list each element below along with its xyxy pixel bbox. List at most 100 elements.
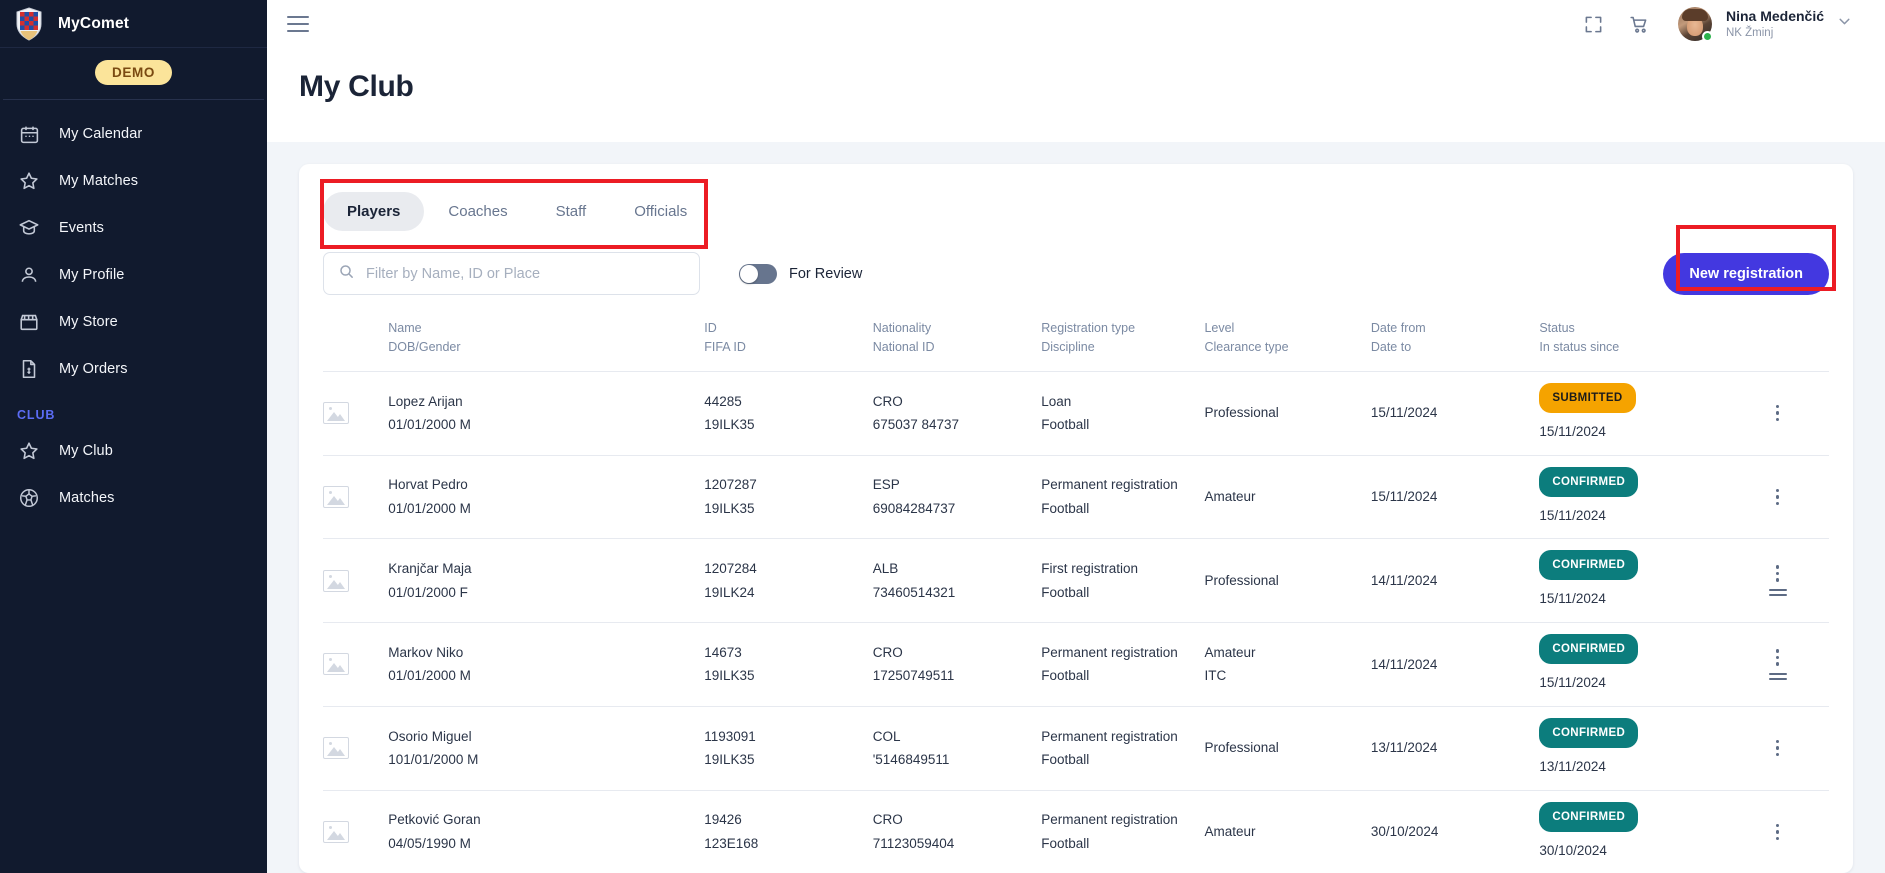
user-name: Nina Medenčić: [1725, 7, 1824, 24]
details-list-icon[interactable]: [1768, 672, 1787, 680]
toggle-knob: [740, 264, 758, 283]
hamburger-icon[interactable]: [287, 16, 309, 32]
player-nationality: COL: [872, 728, 901, 744]
sidebar-item-events[interactable]: Events: [0, 208, 267, 248]
cell-id: 1207287 19ILK35: [704, 454, 873, 539]
sidebar-item-my-store[interactable]: My Store: [0, 302, 267, 342]
player-national-id: 675037 84737: [872, 417, 960, 433]
sidebar-item-label: Events: [59, 220, 104, 236]
level: Amateur: [1204, 824, 1256, 840]
sidebar: MyComet DEMO My Calendar My Matches Even…: [0, 0, 267, 873]
discipline: Football: [1041, 500, 1090, 516]
star-icon: [17, 169, 41, 193]
more-options-icon[interactable]: [1775, 565, 1780, 582]
tab-players[interactable]: Players: [323, 192, 425, 231]
player-name: Petković Goran: [388, 812, 481, 828]
sidebar-item-my-calendar[interactable]: My Calendar: [0, 114, 267, 154]
date-from: 15/11/2024: [1370, 489, 1438, 505]
cell-id: 1193091 19ILK35: [704, 705, 873, 790]
sidebar-item-matches[interactable]: Matches: [0, 478, 267, 518]
search-box[interactable]: [323, 252, 700, 295]
status-badge: CONFIRMED: [1539, 717, 1639, 748]
cell-actions: [1734, 789, 1829, 873]
player-dob-gender: 01/01/2000 M: [388, 668, 471, 684]
more-options-icon[interactable]: [1775, 488, 1780, 506]
player-id: 19426: [704, 812, 742, 828]
player-name: Osorio Miguel: [388, 728, 472, 744]
in-status-since: 30/10/2024: [1539, 842, 1607, 858]
date-from: 14/11/2024: [1370, 656, 1438, 672]
cell-photo: [323, 538, 389, 623]
sidebar-item-my-club[interactable]: My Club: [0, 431, 267, 471]
brand[interactable]: MyComet: [0, 0, 267, 48]
cell-date: 15/11/2024: [1370, 370, 1540, 455]
cell-status: CONFIRMED 15/11/2024: [1539, 538, 1735, 623]
cell-actions: [1734, 622, 1829, 707]
cell-date: 30/10/2024: [1370, 789, 1540, 873]
col-header-actions: [1734, 319, 1829, 371]
user-block[interactable]: Nina Medenčić NK Žminj: [1726, 8, 1824, 41]
more-options-icon[interactable]: [1775, 823, 1780, 841]
sidebar-item-my-matches[interactable]: My Matches: [0, 161, 267, 201]
cell-name: Lopez Arijan 01/01/2000 M: [388, 370, 705, 455]
table-row[interactable]: Lopez Arijan 01/01/2000 M 44285 19ILK35 CRO 6…: [323, 370, 1829, 455]
cell-level: Amateur: [1204, 789, 1371, 873]
player-nationality: CRO: [872, 644, 903, 660]
new-registration-button[interactable]: New registration: [1663, 252, 1829, 295]
brand-name: MyComet: [58, 14, 130, 32]
in-status-since: 15/11/2024: [1539, 675, 1606, 691]
cell-nationality: CRO 675037 84737: [872, 370, 1042, 455]
cell-nationality: CRO 71123059404: [872, 789, 1042, 873]
photo-placeholder-icon: [323, 653, 349, 676]
tab-coaches[interactable]: Coaches: [424, 192, 531, 231]
cell-photo: [323, 454, 389, 539]
avatar[interactable]: [1677, 7, 1713, 42]
in-status-since: 15/11/2024: [1539, 591, 1606, 607]
level: Amateur: [1204, 644, 1256, 660]
store-icon: [17, 310, 41, 334]
level: Professional: [1204, 405, 1279, 421]
sidebar-item-my-orders[interactable]: My Orders: [0, 349, 267, 389]
for-review-toggle-group[interactable]: For Review: [739, 263, 862, 284]
more-options-icon[interactable]: [1775, 739, 1780, 757]
shopping-cart-icon[interactable]: [1629, 14, 1650, 35]
table-row[interactable]: Kranjčar Maja 01/01/2000 F 1207284 19ILK24 A…: [323, 538, 1829, 623]
table-row[interactable]: Petković Goran 04/05/1990 M 19426 123E168 CR…: [323, 789, 1829, 873]
table-row[interactable]: Osorio Miguel 101/01/2000 M 1193091 19ILK35…: [323, 705, 1829, 790]
row-actions: [1734, 565, 1821, 596]
player-name: Kranjčar Maja: [388, 561, 472, 576]
tab-staff[interactable]: Staff: [532, 192, 611, 231]
cell-status: SUBMITTED 15/11/2024: [1539, 370, 1735, 455]
cell-registration-type: Permanent registration Football: [1041, 705, 1205, 790]
player-id: 1207287: [704, 477, 757, 493]
photo-placeholder-icon: [323, 402, 349, 425]
fullscreen-expand-icon[interactable]: [1584, 15, 1603, 34]
status-badge: CONFIRMED: [1539, 634, 1639, 665]
for-review-toggle[interactable]: [739, 263, 777, 284]
sidebar-section-club: CLUB: [17, 408, 56, 422]
player-national-id: '5146849511: [872, 752, 950, 768]
player-fifa-id: 123E168: [704, 835, 759, 851]
table-row[interactable]: Markov Niko 01/01/2000 M 14673 19ILK35 CRO 17…: [323, 622, 1829, 707]
cell-level: Amateur ITC: [1204, 622, 1371, 707]
page-title: My Club: [299, 70, 414, 103]
filter-row: For Review New registration: [299, 225, 1853, 295]
content-area: Players Coaches Staff Officials Filter b…: [267, 142, 1885, 873]
sidebar-item-my-profile[interactable]: My Profile: [0, 255, 267, 295]
more-options-icon[interactable]: [1775, 649, 1780, 666]
search-input[interactable]: [366, 265, 685, 282]
table-body: Lopez Arijan 01/01/2000 M 44285 19ILK35 CRO 6…: [323, 370, 1829, 873]
demo-badge-wrap: DEMO: [0, 48, 267, 99]
table-row[interactable]: Horvat Pedro 01/01/2000 M 1207287 19ILK35 ES…: [323, 454, 1829, 539]
row-actions: [1734, 823, 1821, 841]
date-from: 14/11/2024: [1370, 572, 1438, 588]
tab-officials[interactable]: Officials: [610, 192, 711, 231]
cell-nationality: CRO 17250749511: [872, 622, 1042, 707]
cell-id: 19426 123E168: [704, 789, 873, 873]
more-options-icon[interactable]: [1775, 404, 1780, 422]
details-list-icon[interactable]: [1768, 588, 1787, 596]
chevron-down-icon[interactable]: [1836, 13, 1853, 35]
date-from: 13/11/2024: [1370, 740, 1438, 756]
col-header-name: Name DOB/Gender: [388, 319, 704, 371]
registration-type: Permanent registration: [1041, 812, 1178, 828]
